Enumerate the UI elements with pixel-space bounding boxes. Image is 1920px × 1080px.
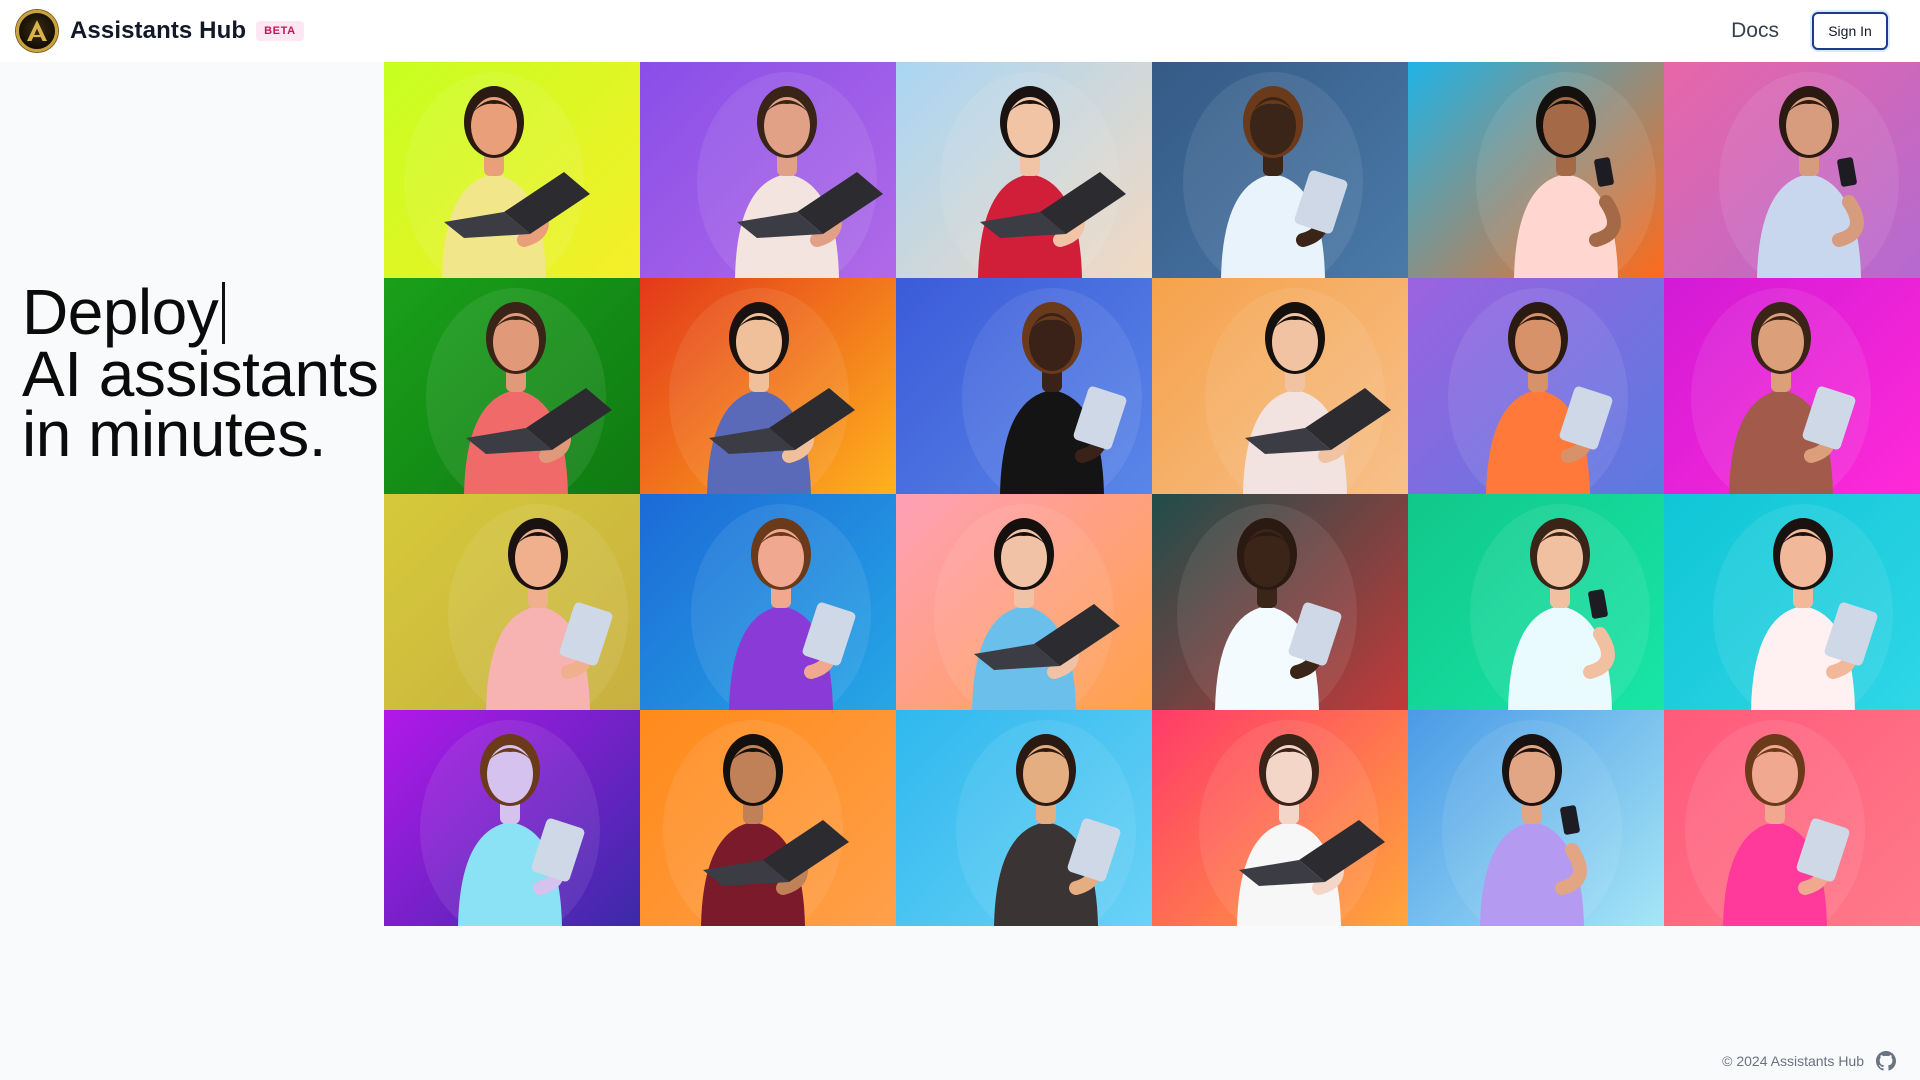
person-figure [1205, 288, 1391, 494]
person-photo-tile [1408, 278, 1664, 494]
person-photo-tile [1664, 494, 1920, 710]
person-figure [1470, 504, 1650, 710]
hero-line-2: AI assistants [22, 338, 379, 410]
person-photo-tile [384, 278, 640, 494]
top-nav: Assistants Hub BETA Docs Sign In [0, 0, 1920, 62]
person-figure [426, 288, 612, 494]
person-photo-tile [1408, 494, 1664, 710]
person-figure [448, 504, 628, 710]
person-figure [669, 288, 855, 494]
person-figure [1691, 288, 1871, 494]
hero-line-3: in minutes. [22, 398, 326, 470]
person-photo-tile [1408, 710, 1664, 926]
typing-cursor [222, 282, 226, 344]
copyright-text: © 2024 Assistants Hub [1722, 1053, 1864, 1069]
sign-in-button[interactable]: Sign In [1812, 12, 1888, 50]
person-figure [1713, 504, 1893, 710]
person-figure [1685, 720, 1865, 926]
person-photo-tile [896, 62, 1152, 278]
brand-name[interactable]: Assistants Hub [70, 17, 246, 45]
person-figure [1177, 504, 1357, 710]
person-figure [691, 504, 871, 710]
person-figure [420, 720, 600, 926]
person-photo-tile [640, 494, 896, 710]
people-photo-grid [384, 62, 1920, 926]
person-figure [1199, 720, 1385, 926]
person-figure [1719, 72, 1899, 278]
person-photo-tile [384, 494, 640, 710]
person-figure [962, 288, 1142, 494]
person-photo-tile [1664, 278, 1920, 494]
person-figure [1476, 72, 1656, 278]
person-photo-tile [1664, 62, 1920, 278]
person-photo-tile [640, 278, 896, 494]
person-photo-tile [1152, 710, 1408, 926]
docs-link[interactable]: Docs [1731, 19, 1779, 43]
person-figure [1448, 288, 1628, 494]
footer: © 2024 Assistants Hub [1722, 1051, 1896, 1071]
person-photo-tile [896, 710, 1152, 926]
person-figure [697, 72, 883, 278]
person-figure [940, 72, 1126, 278]
person-photo-tile [384, 62, 640, 278]
person-photo-tile [896, 278, 1152, 494]
beta-badge: BETA [256, 21, 304, 41]
hero-heading: Deploy AI assistants in minutes. [22, 280, 382, 470]
hero-line-1: Deploy [22, 280, 382, 344]
person-figure [1183, 72, 1363, 278]
person-photo-tile [1408, 62, 1664, 278]
github-icon[interactable] [1876, 1051, 1896, 1071]
person-photo-tile [1152, 62, 1408, 278]
person-photo-tile [640, 710, 896, 926]
brand-logo-icon[interactable] [16, 10, 58, 52]
person-photo-tile [1152, 494, 1408, 710]
person-figure [663, 720, 849, 926]
person-photo-tile [1152, 278, 1408, 494]
person-photo-tile [640, 62, 896, 278]
person-photo-tile [384, 710, 640, 926]
person-figure [956, 720, 1136, 926]
person-figure [404, 72, 590, 278]
person-figure [1442, 720, 1622, 926]
person-photo-tile [1664, 710, 1920, 926]
person-figure [934, 504, 1120, 710]
person-photo-tile [896, 494, 1152, 710]
